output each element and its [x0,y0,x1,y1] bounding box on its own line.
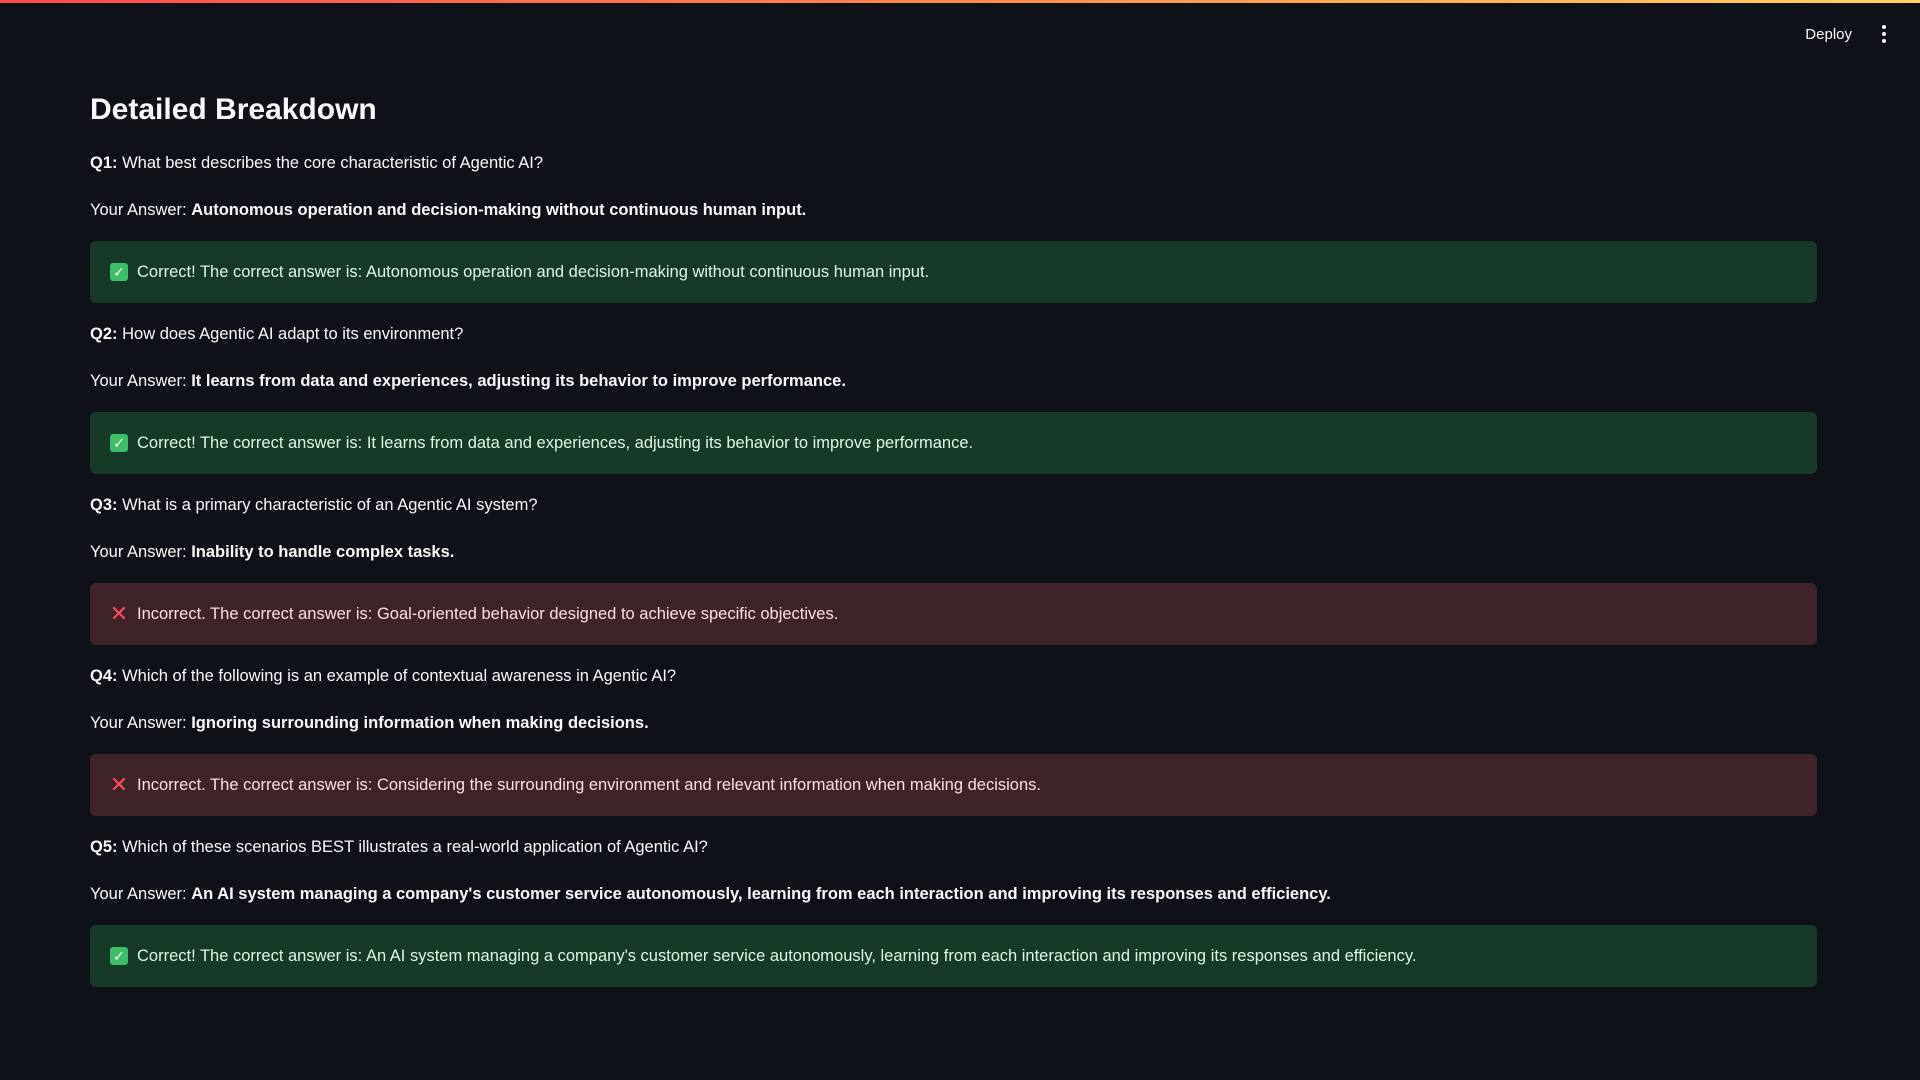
menu-dot [1882,32,1886,36]
question-text: Q5: Which of these scenarios BEST illust… [90,836,1817,858]
main-content: Detailed Breakdown Q1: What best describ… [90,90,1817,1007]
page-title: Detailed Breakdown [90,93,377,126]
answer-prefix: Your Answer: [90,543,187,561]
your-answer: Inability to handle complex tasks. [191,543,455,561]
question-body: Which of the following is an example of … [122,667,677,685]
question-label: Q2: [90,325,118,343]
check-icon: ✓ [110,434,128,452]
question-block: Q1: What best describes the core charact… [90,152,1817,303]
question-body: What best describes the core characteris… [122,154,544,172]
your-answer-line: Your Answer: Autonomous operation and de… [90,199,1817,221]
feedback-text: Correct! The correct answer is: An AI sy… [137,946,1417,965]
question-body: How does Agentic AI adapt to its environ… [122,325,464,343]
correct-alert: ✓ Correct! The correct answer is: It lea… [90,412,1817,474]
feedback-text: Correct! The correct answer is: Autonomo… [137,262,930,281]
answer-prefix: Your Answer: [90,714,187,732]
incorrect-alert: ✕ Incorrect. The correct answer is: Goal… [90,583,1817,645]
cross-icon: ✕ [109,772,129,797]
your-answer: An AI system managing a company's custom… [191,885,1331,903]
question-body: What is a primary characteristic of an A… [122,496,538,514]
question-block: Q2: How does Agentic AI adapt to its env… [90,323,1817,474]
your-answer: Ignoring surrounding information when ma… [191,714,649,732]
your-answer-line: Your Answer: Ignoring surrounding inform… [90,712,1817,734]
question-block: Q5: Which of these scenarios BEST illust… [90,836,1817,987]
question-text: Q4: Which of the following is an example… [90,665,1817,687]
answer-prefix: Your Answer: [90,372,187,390]
check-icon: ✓ [110,947,128,965]
feedback-text: Incorrect. The correct answer is: Goal-o… [137,604,839,623]
cross-icon: ✕ [109,601,129,626]
answer-prefix: Your Answer: [90,201,187,219]
your-answer: Autonomous operation and decision-making… [191,201,807,219]
correct-alert: ✓ Correct! The correct answer is: Autono… [90,241,1817,303]
question-body: Which of these scenarios BEST illustrate… [122,838,708,856]
feedback-text: Incorrect. The correct answer is: Consid… [137,775,1041,794]
incorrect-alert: ✕ Incorrect. The correct answer is: Cons… [90,754,1817,816]
question-label: Q1: [90,154,118,172]
question-block: Q4: Which of the following is an example… [90,665,1817,816]
answer-prefix: Your Answer: [90,885,187,903]
your-answer-line: Your Answer: An AI system managing a com… [90,883,1817,905]
menu-dot [1882,25,1886,29]
question-text: Q2: How does Agentic AI adapt to its env… [90,323,1817,345]
question-text: Q1: What best describes the core charact… [90,152,1817,174]
question-label: Q4: [90,667,118,685]
feedback-text: Correct! The correct answer is: It learn… [137,433,974,452]
your-answer: It learns from data and experiences, adj… [191,372,846,390]
question-block: Q3: What is a primary characteristic of … [90,494,1817,645]
question-text: Q3: What is a primary characteristic of … [90,494,1817,516]
question-label: Q5: [90,838,118,856]
check-icon: ✓ [110,263,128,281]
correct-alert: ✓ Correct! The correct answer is: An AI … [90,925,1817,987]
your-answer-line: Your Answer: It learns from data and exp… [90,370,1817,392]
your-answer-line: Your Answer: Inability to handle complex… [90,541,1817,563]
question-label: Q3: [90,496,118,514]
app-header: Deploy [0,0,1920,64]
menu-dot [1882,39,1886,43]
kebab-menu-icon[interactable] [1868,18,1900,50]
deploy-button[interactable]: Deploy [1793,18,1864,50]
